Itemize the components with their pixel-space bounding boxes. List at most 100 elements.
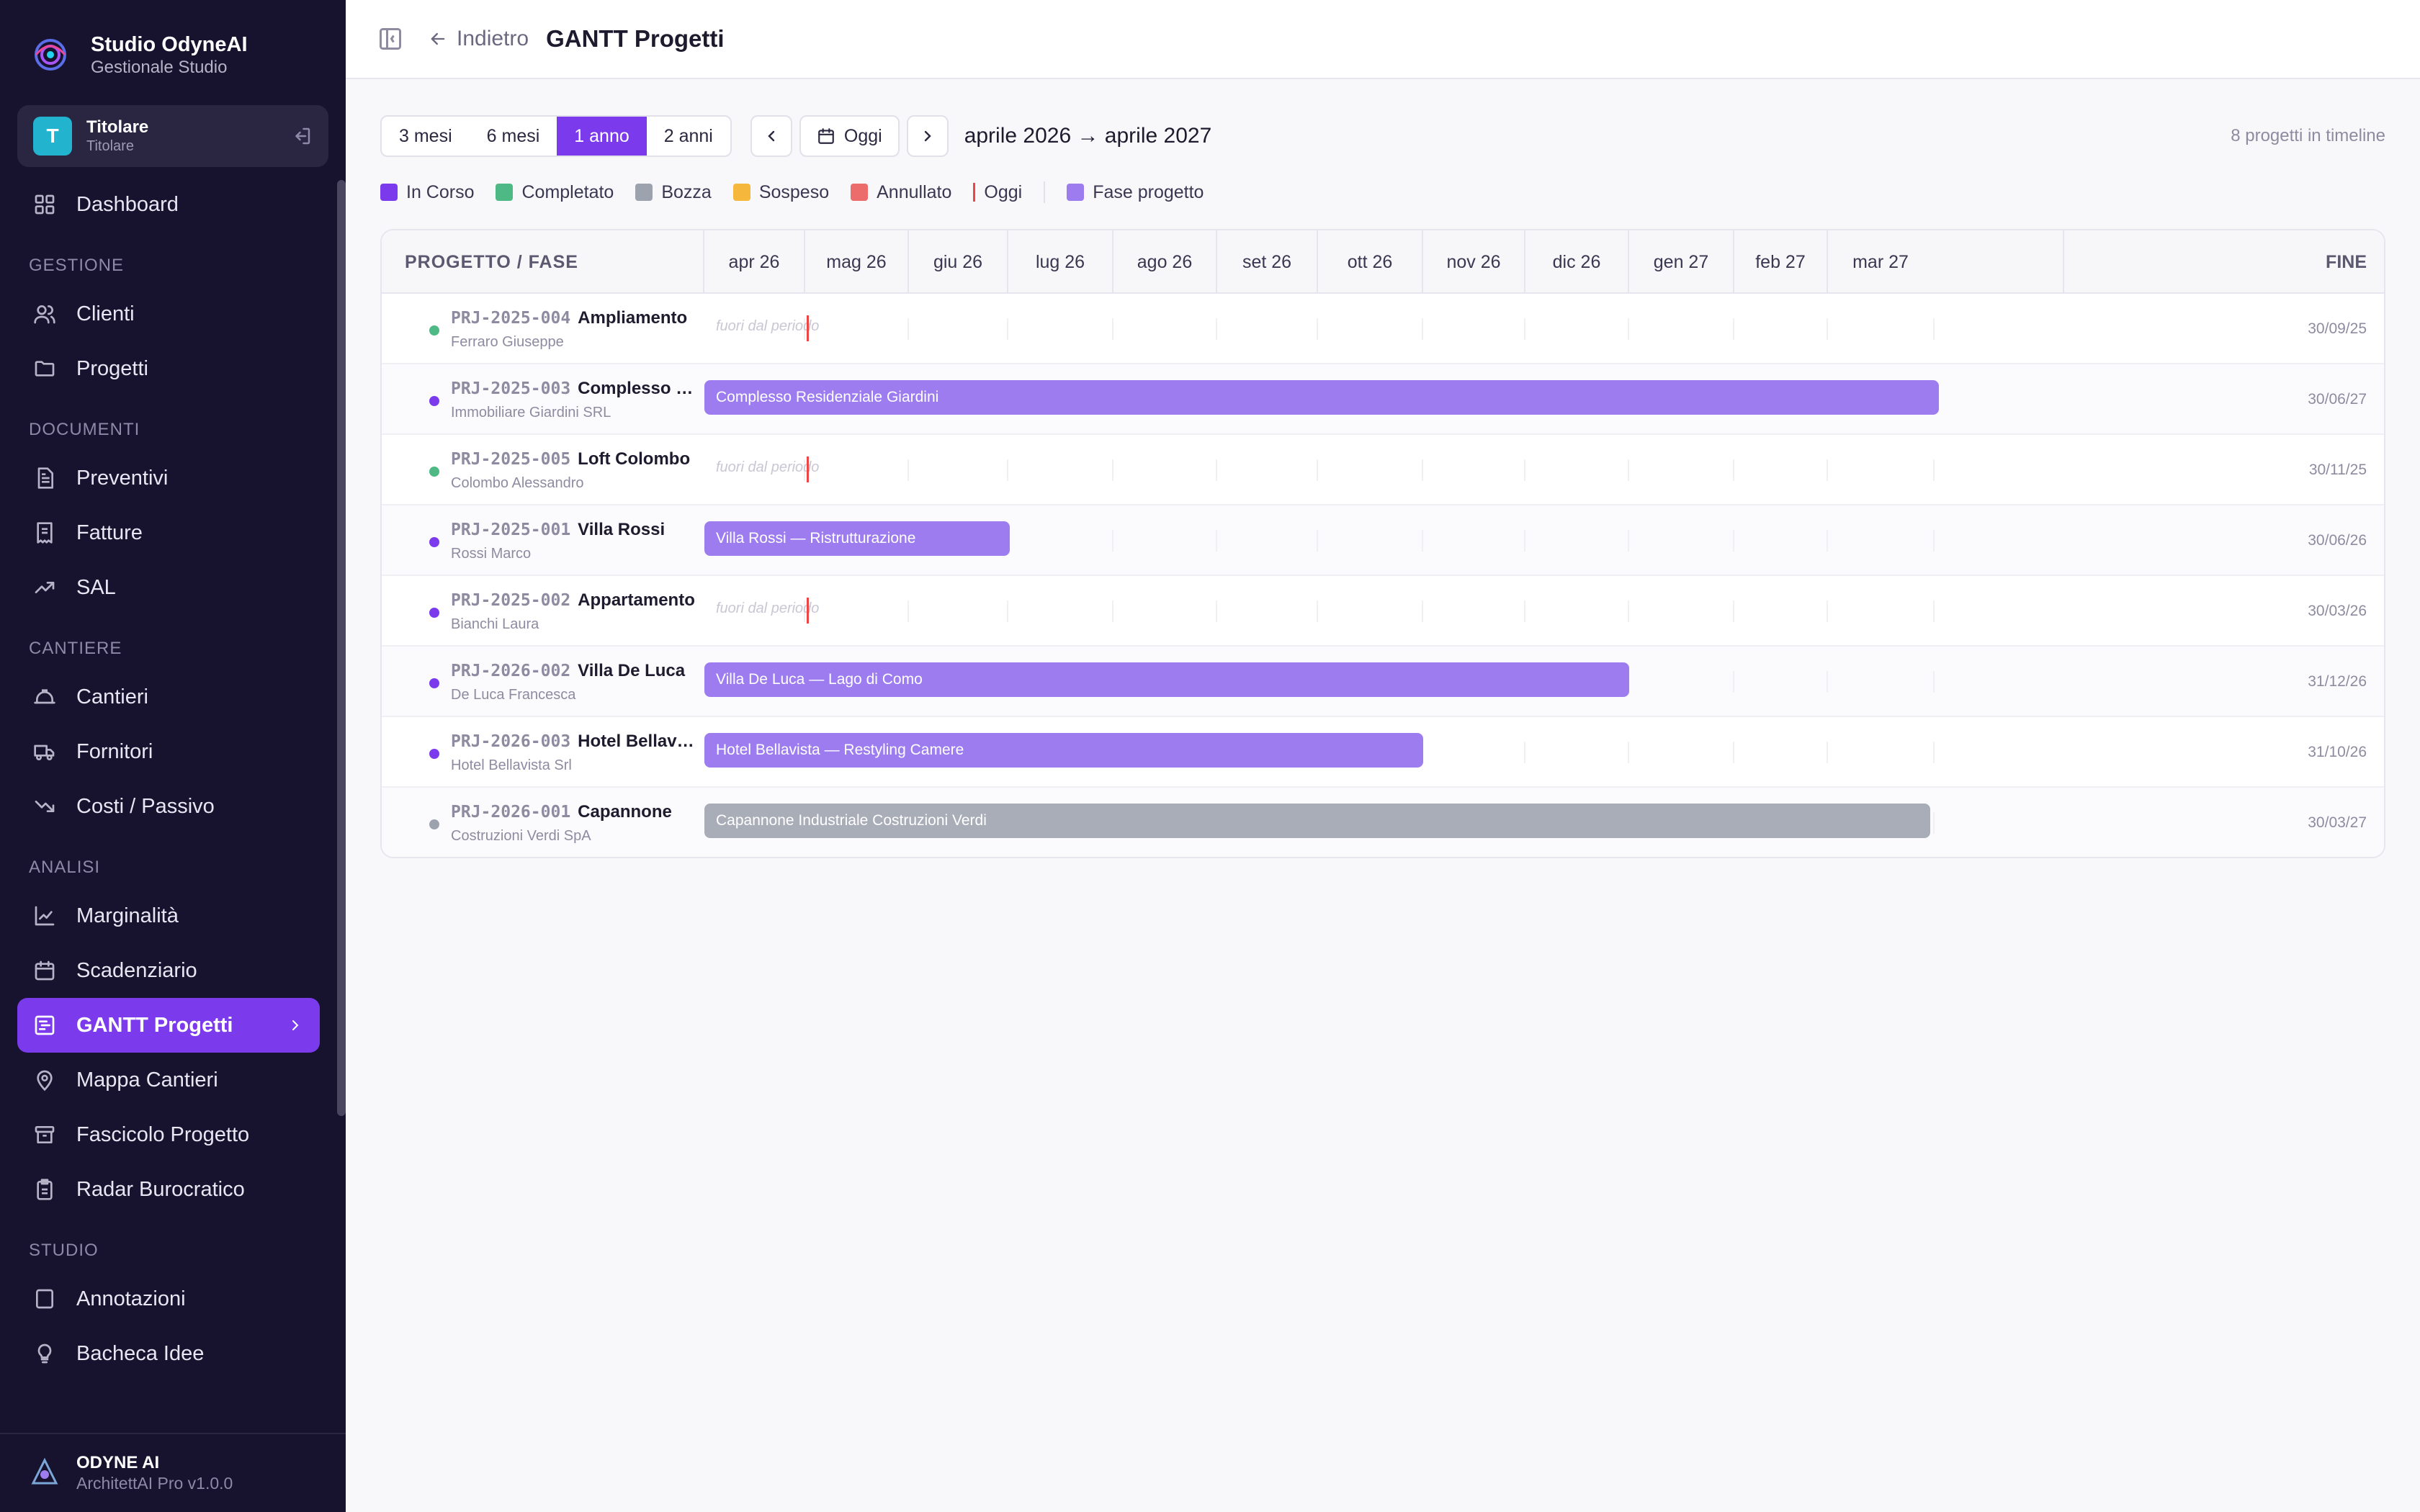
sidebar-scrollbar[interactable] (337, 180, 346, 1116)
month-gridline (1733, 742, 1734, 763)
project-name: Loft Colombo (578, 449, 691, 469)
trending-down-icon (35, 801, 55, 812)
sidebar-item-gantt[interactable]: GANTT Progetti (17, 998, 320, 1053)
sidebar-item-fornitori[interactable]: Fornitori (17, 724, 320, 779)
project-client: Rossi Marco (451, 546, 532, 562)
user-role: Titolare (86, 138, 134, 154)
row-title[interactable]: PRJ-2025-001 Villa Rossi (451, 520, 697, 540)
gantt-row[interactable]: PRJ-2025-002 Appartamento Bianchi Laura fuo… (382, 576, 2384, 647)
sidebar-item-mappa[interactable]: Mappa Cantieri (17, 1053, 320, 1107)
end-date: 31/12/26 (2308, 673, 2367, 690)
gantt-row[interactable]: PRJ-2026-003 Hotel Bellavista Hotel Bellav… (382, 717, 2384, 788)
gantt-chart: PROGETTO / FASE FINE apr 26 mag 26 giu 26 l… (380, 229, 2385, 858)
month-gridline (1112, 600, 1113, 622)
row-title[interactable]: PRJ-2025-004 Ampliamento (451, 308, 697, 328)
project-name: Hotel Bellavista (578, 732, 697, 751)
today-marker (973, 183, 976, 202)
gantt-row[interactable]: PRJ-2025-003 Complesso Residenziale Immobi… (382, 364, 2384, 435)
sidebar-toggle-icon[interactable] (377, 26, 403, 52)
sidebar-item-dashboard[interactable]: Dashboard (17, 177, 320, 232)
prev-period-button[interactable] (750, 115, 792, 157)
project-name: Villa Rossi (578, 520, 666, 539)
sidebar-item-radar[interactable]: Radar Burocratico (17, 1162, 320, 1217)
month-gridline (1524, 530, 1525, 552)
month-header: ago 26 (1112, 230, 1216, 294)
project-code: PRJ-2026-002 (451, 662, 571, 680)
row-title[interactable]: PRJ-2025-003 Complesso Residenziale (451, 379, 697, 399)
sidebar-item-label: Fatture (76, 521, 143, 544)
brand[interactable]: Studio OdyneAI Gestionale Studio (29, 32, 248, 78)
legend-oggi: Oggi (973, 182, 1022, 203)
sidebar-item-scadenziario[interactable]: Scadenziario (17, 943, 320, 998)
sidebar-item-preventivi[interactable]: Preventivi (17, 451, 320, 505)
row-title[interactable]: PRJ-2025-002 Appartamento (451, 590, 697, 611)
today-button[interactable]: Oggi (799, 115, 900, 157)
gantt-bar[interactable]: Villa Rossi — Ristrutturazione (704, 521, 1010, 556)
project-client: Ferraro Giuseppe (451, 334, 564, 350)
folder-icon (35, 361, 55, 377)
gantt-row[interactable]: PRJ-2025-005 Loft Colombo Colombo Alessand… (382, 435, 2384, 505)
month-gridline (1317, 318, 1318, 340)
swatch-annullato (851, 184, 869, 201)
sidebar-item-label: Annotazioni (76, 1287, 186, 1310)
sidebar-footer: ODYNE AI ArchitettAI Pro v1.0.0 (0, 1433, 346, 1512)
sidebar-item-clienti[interactable]: Clienti (17, 287, 320, 341)
month-header: feb 27 (1733, 230, 1827, 294)
gantt-row[interactable]: PRJ-2026-002 Villa De Luca De Luca Frances… (382, 647, 2384, 717)
end-date: 31/10/26 (2308, 744, 2367, 760)
gantt-bar[interactable]: Complesso Residenziale Giardini (704, 380, 1939, 415)
range-button-2y[interactable]: 2 anni (647, 117, 730, 156)
chevron-right-icon (924, 130, 931, 142)
calendar-icon (35, 960, 55, 981)
sidebar-item-sal[interactable]: SAL (17, 560, 320, 615)
project-code: PRJ-2026-003 (451, 732, 571, 751)
legend: In Corso Completato Bozza Sospeso Annull… (380, 180, 1225, 204)
gantt-bar[interactable]: Villa De Luca — Lago di Como (704, 662, 1629, 697)
sidebar-item-label: Bacheca Idee (76, 1341, 205, 1365)
back-button[interactable]: Indietro (428, 27, 529, 51)
sidebar-item-bacheca[interactable]: Bacheca Idee (17, 1326, 320, 1381)
user-card[interactable]: T Titolare Titolare (17, 105, 328, 167)
sidebar-item-marginalita[interactable]: Marginalità (17, 888, 320, 943)
hard-hat-icon (34, 689, 55, 704)
gantt-row[interactable]: PRJ-2025-001 Villa Rossi Rossi Marco Villa … (382, 505, 2384, 576)
gantt-row[interactable]: PRJ-2026-001 Capannone Costruzioni Verdi S… (382, 788, 2384, 857)
range-button-1y[interactable]: 1 anno (557, 117, 647, 156)
sidebar-item-costi[interactable]: Costi / Passivo (17, 779, 320, 834)
month-header: mag 26 (804, 230, 908, 294)
gantt-bar[interactable]: Capannone Industriale Costruzioni Verdi (704, 804, 1930, 838)
lightbulb-icon (37, 1344, 52, 1364)
month-gridline (1827, 600, 1828, 622)
nav-section-gestione: GESTIONE (29, 256, 125, 275)
nav-section-cantiere: CANTIERE (29, 639, 122, 658)
note-icon (36, 1289, 53, 1309)
sidebar-nav: Dashboard GESTIONE Clienti Progetti DOCU… (17, 177, 320, 1381)
gantt-row[interactable]: PRJ-2025-004 Ampliamento Ferraro Giuseppe f… (382, 294, 2384, 364)
sidebar-item-cantieri[interactable]: Cantieri (17, 670, 320, 724)
gantt-bar[interactable]: Hotel Bellavista — Restyling Camere (704, 733, 1423, 768)
end-date: 30/03/27 (2308, 814, 2367, 831)
project-client: Immobiliare Giardini SRL (451, 405, 611, 420)
sidebar-item-label: Cantieri (76, 685, 148, 708)
nav-section-analisi: ANALISI (29, 858, 101, 877)
sidebar-item-progetti[interactable]: Progetti (17, 341, 320, 396)
next-period-button[interactable] (906, 115, 949, 157)
month-header: lug 26 (1007, 230, 1112, 294)
sidebar-item-fascicolo[interactable]: Fascicolo Progetto (17, 1107, 320, 1162)
sidebar-item-label: Costi / Passivo (76, 794, 215, 818)
row-title[interactable]: PRJ-2025-005 Loft Colombo (451, 449, 697, 469)
row-title[interactable]: PRJ-2026-003 Hotel Bellavista (451, 732, 697, 752)
range-button-3m[interactable]: 3 mesi (382, 117, 470, 156)
month-gridline (1422, 459, 1423, 481)
row-title[interactable]: PRJ-2026-001 Capannone (451, 802, 697, 822)
sidebar-item-fatture[interactable]: Fatture (17, 505, 320, 560)
logout-icon[interactable] (291, 125, 313, 147)
sidebar-item-annotazioni[interactable]: Annotazioni (17, 1272, 320, 1326)
truck-icon (34, 744, 55, 760)
gantt-body: PRJ-2025-004 Ampliamento Ferraro Giuseppe f… (382, 294, 2384, 857)
row-title[interactable]: PRJ-2026-002 Villa De Luca (451, 661, 697, 681)
range-button-6m[interactable]: 6 mesi (470, 117, 557, 156)
project-code: PRJ-2025-005 (451, 450, 571, 469)
period-label: aprile 2026 → aprile 2027 (964, 124, 1212, 148)
month-gridline (1827, 742, 1828, 763)
